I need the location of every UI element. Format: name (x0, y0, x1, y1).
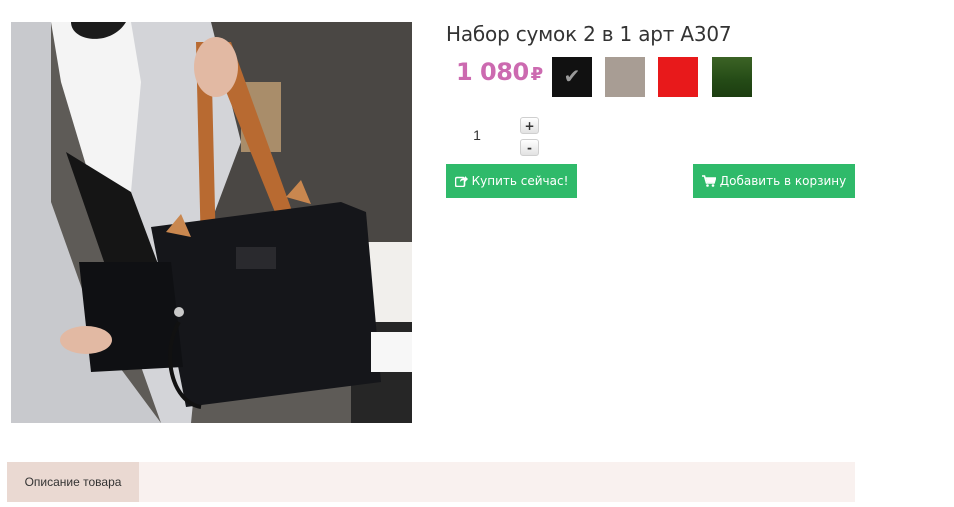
cart-icon (701, 175, 716, 187)
add-to-cart-label: Добавить в корзину (719, 174, 847, 188)
color-swatch-green[interactable] (712, 57, 752, 97)
price-value: 1 080 (456, 58, 529, 86)
color-swatch-black[interactable]: ✔ (552, 57, 592, 97)
product-tabs: Описание товара (7, 462, 855, 502)
tab-description[interactable]: Описание товара (7, 462, 139, 502)
share-icon (454, 175, 468, 187)
quantity-plus-button[interactable]: + (520, 117, 539, 134)
currency-symbol: ₽ (530, 64, 544, 85)
add-to-cart-button[interactable]: Добавить в корзину (693, 164, 855, 198)
buy-now-label: Купить сейчас! (471, 174, 569, 188)
buy-now-button[interactable]: Купить сейчас! (446, 164, 577, 198)
color-swatch-red[interactable] (658, 57, 698, 97)
product-price: 1 080 ₽ (456, 58, 543, 86)
handbag-photo-illustration (11, 22, 412, 423)
checkmark-icon: ✔ (563, 66, 581, 88)
quantity-value[interactable]: 1 (466, 127, 488, 143)
color-swatch-beige[interactable] (605, 57, 645, 97)
product-image[interactable] (11, 22, 412, 423)
quantity-minus-button[interactable]: - (520, 139, 539, 156)
product-title: Набор сумок 2 в 1 арт A307 (446, 22, 732, 46)
